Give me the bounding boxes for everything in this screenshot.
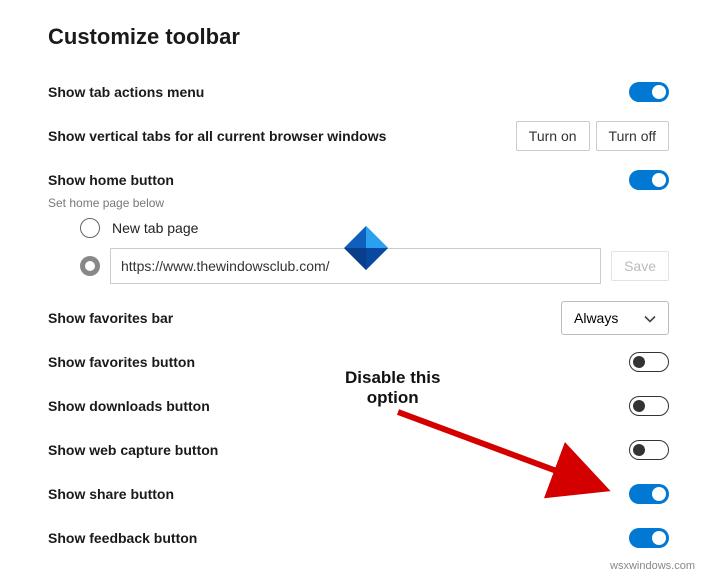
label-web-capture: Show web capture button	[48, 442, 218, 458]
radio-row-url: Save	[80, 248, 669, 284]
chevron-down-icon	[644, 312, 656, 324]
toggle-tab-actions[interactable]	[629, 82, 669, 102]
vertical-tabs-buttons: Turn on Turn off	[516, 121, 669, 151]
favorites-bar-dropdown[interactable]: Always	[561, 301, 669, 335]
radio-row-new-tab: New tab page	[80, 218, 669, 238]
row-favorites-bar: Show favorites bar Always	[48, 298, 669, 338]
home-subtext: Set home page below	[48, 196, 669, 210]
page-title: Customize toolbar	[48, 24, 669, 50]
row-web-capture: Show web capture button	[48, 430, 669, 470]
row-share: Show share button	[48, 474, 669, 514]
watermark: wsxwindows.com	[610, 560, 695, 572]
customize-toolbar-panel: Customize toolbar Show tab actions menu …	[0, 0, 701, 572]
toggle-feedback[interactable]	[629, 528, 669, 548]
radio-new-tab-label: New tab page	[112, 220, 198, 236]
radio-new-tab[interactable]	[80, 218, 100, 238]
label-favorites-bar: Show favorites bar	[48, 310, 173, 326]
radio-url[interactable]	[80, 256, 100, 276]
home-url-input[interactable]	[110, 248, 601, 284]
label-feedback: Show feedback button	[48, 530, 197, 546]
label-favorites-button: Show favorites button	[48, 354, 195, 370]
row-tab-actions: Show tab actions menu	[48, 72, 669, 112]
row-home-button: Show home button	[48, 160, 669, 200]
label-tab-actions: Show tab actions menu	[48, 84, 204, 100]
row-vertical-tabs: Show vertical tabs for all current brows…	[48, 116, 669, 156]
toggle-home-button[interactable]	[629, 170, 669, 190]
toggle-web-capture[interactable]	[629, 440, 669, 460]
turn-on-button[interactable]: Turn on	[516, 121, 590, 151]
label-home-button: Show home button	[48, 172, 174, 188]
turn-off-button[interactable]: Turn off	[596, 121, 669, 151]
row-feedback: Show feedback button	[48, 518, 669, 558]
dropdown-value: Always	[574, 310, 618, 326]
label-share: Show share button	[48, 486, 174, 502]
label-downloads: Show downloads button	[48, 398, 210, 414]
toggle-favorites-button[interactable]	[629, 352, 669, 372]
toggle-share[interactable]	[629, 484, 669, 504]
save-button[interactable]: Save	[611, 251, 669, 281]
label-vertical-tabs: Show vertical tabs for all current brows…	[48, 128, 386, 144]
row-downloads: Show downloads button	[48, 386, 669, 426]
row-favorites-button: Show favorites button	[48, 342, 669, 382]
toggle-downloads[interactable]	[629, 396, 669, 416]
